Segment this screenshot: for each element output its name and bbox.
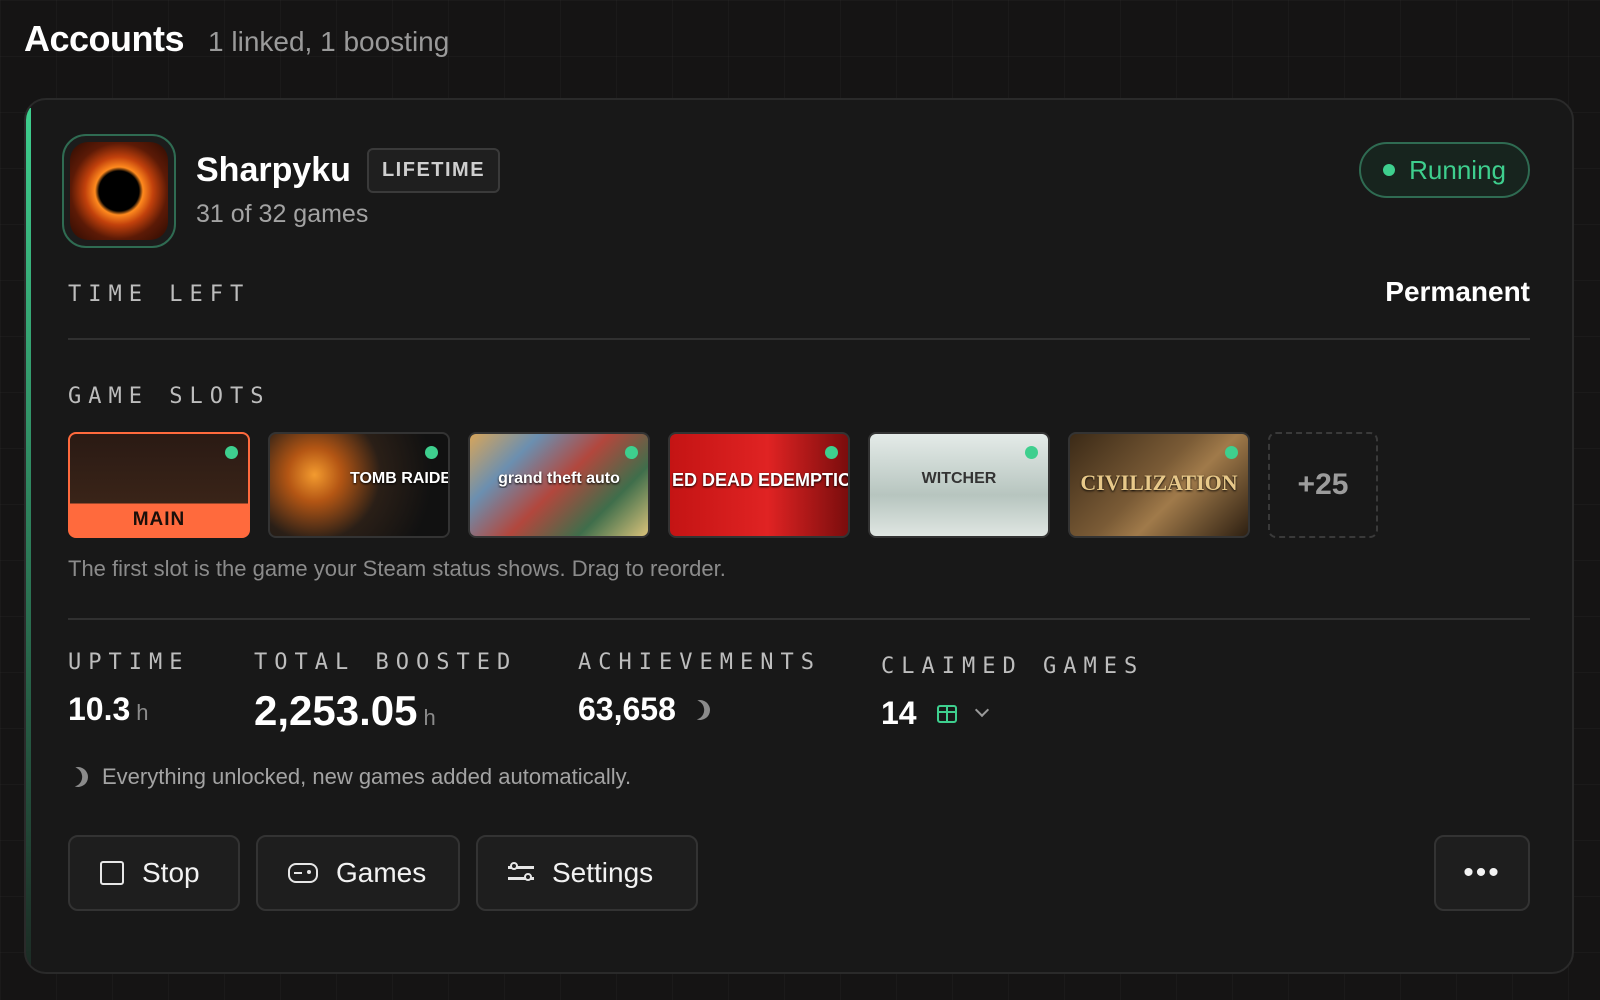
stat-unit: h	[423, 705, 436, 730]
active-dot-icon	[425, 446, 438, 459]
stat-label: TOTAL BOOSTED	[254, 650, 518, 675]
more-actions-button[interactable]: •••	[1434, 835, 1530, 911]
main-slot-tag: MAIN	[70, 504, 248, 536]
games-button-label: Games	[336, 857, 427, 888]
more-slots-count: +25	[1297, 468, 1349, 501]
moon-icon	[64, 763, 91, 790]
game-slot-title: WITCHER	[921, 470, 997, 487]
stat-achievements: ACHIEVEMENTS 63,658	[578, 650, 821, 728]
stop-button[interactable]: Stop	[68, 835, 240, 911]
auto-unlock-note: Everything unlocked, new games added aut…	[68, 764, 631, 790]
sliders-icon	[508, 861, 534, 885]
active-dot-icon	[625, 446, 638, 459]
moon-icon	[686, 696, 713, 723]
divider	[68, 618, 1530, 620]
card-accent-bar	[26, 108, 31, 972]
stat-unit: h	[136, 700, 149, 725]
stop-button-label: Stop	[142, 857, 200, 888]
note-text: Everything unlocked, new games added aut…	[102, 764, 632, 789]
ellipsis-icon: •••	[1463, 856, 1501, 889]
account-name-row: Sharpyku LIFETIME	[196, 148, 501, 193]
avatar[interactable]	[62, 134, 176, 248]
active-dot-icon	[825, 446, 838, 459]
game-slot-title: ED DEAD EDEMPTION II	[672, 470, 848, 490]
chevron-down-icon[interactable]	[974, 702, 989, 717]
account-name: Sharpyku	[196, 151, 351, 189]
stat-value: 14	[881, 695, 917, 731]
stat-uptime: UPTIME 10.3 h	[68, 650, 189, 728]
game-slot-main[interactable]: MAIN	[68, 432, 250, 538]
game-slots-label: GAME SLOTS	[68, 384, 271, 409]
game-slots: MAIN TOMB RAIDE grand theft auto ED DEAD…	[68, 432, 1378, 538]
games-count: 31 of 32 games	[196, 200, 369, 228]
status-label: Running	[1409, 154, 1506, 185]
gift-icon	[936, 704, 957, 723]
stat-label: ACHIEVEMENTS	[578, 650, 821, 675]
time-left-label: TIME LEFT	[68, 282, 251, 307]
game-slot-title: grand theft auto	[498, 470, 620, 487]
stat-value: 2,253.05	[254, 687, 418, 734]
settings-button-label: Settings	[552, 857, 654, 888]
plan-badge: LIFETIME	[366, 148, 501, 193]
active-dot-icon	[225, 446, 238, 459]
divider	[68, 338, 1530, 340]
avatar-image	[70, 142, 168, 240]
status-dot-icon	[1383, 164, 1396, 176]
slots-hint: The first slot is the game your Steam st…	[68, 556, 726, 581]
stat-total-boosted: TOTAL BOOSTED 2,253.05 h	[254, 650, 517, 735]
stat-claimed-games[interactable]: CLAIMED GAMES 14	[881, 654, 1144, 732]
stat-value: 63,658	[578, 691, 676, 727]
stat-label: CLAIMED GAMES	[881, 654, 1145, 679]
more-slots-button[interactable]: +25	[1268, 432, 1378, 538]
game-slot[interactable]: TOMB RAIDE	[268, 432, 450, 538]
game-slot[interactable]: CIVILIZATION	[1068, 432, 1250, 538]
stop-square-icon	[100, 861, 124, 885]
game-slot-title: CIVILIZATION	[1080, 470, 1238, 495]
stat-label: UPTIME	[68, 650, 190, 675]
settings-button[interactable]: Settings	[476, 835, 698, 911]
stat-value: 10.3	[68, 691, 131, 727]
time-left-value: Permanent	[1385, 276, 1530, 307]
active-dot-icon	[1225, 446, 1238, 459]
game-slot[interactable]: grand theft auto	[468, 432, 650, 538]
gamepad-icon	[288, 863, 318, 883]
games-button[interactable]: Games	[256, 835, 460, 911]
page-title: Accounts	[24, 18, 185, 59]
status-badge: Running	[1359, 142, 1530, 198]
page-header: Accounts 1 linked, 1 boosting	[24, 18, 449, 60]
account-card: Sharpyku LIFETIME 31 of 32 games Running…	[24, 98, 1574, 974]
game-slot[interactable]: ED DEAD EDEMPTION II	[668, 432, 850, 538]
game-slot[interactable]: WITCHER	[868, 432, 1050, 538]
page-subtitle: 1 linked, 1 boosting	[208, 26, 450, 57]
active-dot-icon	[1025, 446, 1038, 459]
game-slot-title: TOMB RAIDE	[350, 470, 448, 487]
